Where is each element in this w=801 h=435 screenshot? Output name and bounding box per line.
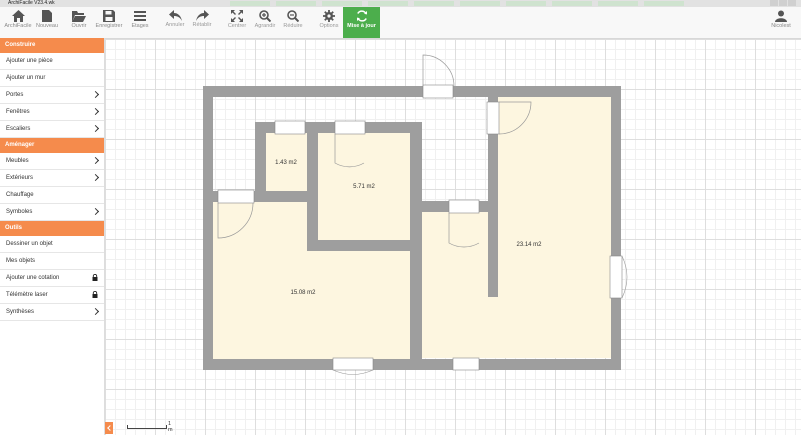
window-titlebar: ArchiFacile V23.4.wk [0, 0, 801, 7]
chevron-right-icon [91, 207, 100, 216]
chevron-right-icon [91, 173, 100, 182]
sidebar-item[interactable]: Ajouter une pièce [0, 53, 104, 70]
sidebar-section-header: Construire [0, 38, 104, 53]
sidebar-item-label: Ajouter un mur [6, 75, 46, 81]
sidebar: Construire Ajouter une pièce Ajouter un mu… [0, 38, 105, 435]
sidebar-item[interactable]: Chauffage [0, 187, 104, 204]
door[interactable] [486, 101, 500, 135]
zoom-in-icon [259, 10, 271, 22]
window[interactable] [332, 357, 374, 371]
zoom-out-button[interactable]: Réduire [276, 7, 310, 38]
sidebar-item[interactable]: Télémètre laser [0, 287, 104, 304]
save-button[interactable]: Enregistrer [92, 7, 126, 38]
sidebar-item[interactable]: Dessiner un objet [0, 236, 104, 253]
sidebar-section-header: Aménager [0, 138, 104, 153]
sidebar-item-label: Mes objets [6, 258, 36, 264]
door[interactable] [448, 199, 480, 214]
scale-bar: 1 m [127, 421, 173, 433]
door[interactable] [217, 189, 255, 204]
floor-plan[interactable]: 1.43 m2 5.71 m2 23.14 m2 15.08 m2 [105, 39, 801, 435]
update-button[interactable]: Mise à jour [343, 7, 380, 38]
user-account[interactable]: Nicolest [764, 7, 798, 38]
door[interactable] [334, 120, 366, 135]
chevron-right-icon [91, 107, 100, 116]
sidebar-item-label: Meubles [6, 158, 29, 164]
lock-icon [92, 291, 98, 298]
chevron-right-icon [91, 124, 100, 133]
sidebar-item[interactable]: Ajouter un mur [0, 70, 104, 87]
chevron-right-icon [91, 156, 100, 165]
window-title: ArchiFacile V23.4.wk [8, 0, 55, 6]
sidebar-item-label: Télémètre laser [6, 292, 48, 298]
door[interactable] [422, 84, 454, 99]
room-area-label: 1.43 m2 [275, 160, 297, 166]
refresh-icon [356, 10, 367, 22]
sidebar-item[interactable]: Synthèses [0, 304, 104, 321]
plan-canvas[interactable]: 1.43 m2 5.71 m2 23.14 m2 15.08 m2 [105, 39, 801, 435]
door-swing [422, 54, 455, 87]
room-area-label: 5.71 m2 [353, 184, 375, 190]
room-fill [422, 212, 498, 358]
room-area-label: 15.08 m2 [290, 290, 316, 296]
sidebar-item-label: Ajouter une cotation [6, 275, 60, 281]
sidebar-item-label: Extérieurs [6, 175, 34, 181]
save-icon [103, 10, 115, 22]
sidebar-item-label: Synthèses [6, 309, 35, 315]
sidebar-item-label: Chauffage [6, 192, 34, 198]
folder-open-icon [72, 11, 86, 22]
maximize-icon[interactable] [779, 0, 787, 6]
window[interactable] [609, 255, 623, 299]
redo-button[interactable]: Rétablir [185, 7, 219, 38]
window-controls[interactable] [769, 0, 799, 7]
sidebar-item[interactable]: Extérieurs [0, 170, 104, 187]
sidebar-item-label: Portes [6, 92, 24, 98]
floors-button[interactable]: Etages [123, 7, 157, 38]
room-area-label: 23.14 m2 [516, 242, 542, 248]
sidebar-item-label: Fenêtres [6, 109, 30, 115]
chevron-right-icon [91, 307, 100, 316]
sidebar-item[interactable]: Meubles [0, 153, 104, 170]
open-button[interactable]: Ouvrir [62, 7, 96, 38]
undo-icon [168, 10, 182, 21]
sidebar-item[interactable]: Escaliers [0, 121, 104, 138]
home-icon [11, 10, 25, 22]
close-icon[interactable] [788, 0, 796, 6]
user-icon [775, 10, 787, 22]
sidebar-item-label: Dessiner un objet [6, 241, 53, 247]
collapse-sidebar-button[interactable] [105, 422, 113, 434]
scale-label: 1 m [168, 421, 173, 433]
sidebar-item-label: Ajouter une pièce [6, 58, 53, 64]
zoom-out-icon [287, 10, 299, 22]
floors-list-icon [134, 11, 146, 21]
sidebar-item[interactable]: Ajouter une cotation [0, 270, 104, 287]
sidebar-item[interactable]: Mes objets [0, 253, 104, 270]
door[interactable] [274, 120, 306, 135]
main-toolbar: ArchiFacile Nouveau Ouvrir Enregistrer E… [0, 7, 801, 39]
sidebar-item[interactable]: Symboles [0, 204, 104, 221]
window[interactable] [452, 357, 480, 371]
minimize-icon[interactable] [770, 0, 778, 6]
sidebar-item[interactable]: Fenêtres [0, 104, 104, 121]
center-icon [231, 10, 243, 22]
lock-icon [92, 274, 98, 281]
gear-icon [323, 10, 335, 22]
sidebar-item-label: Escaliers [6, 126, 31, 132]
sidebar-section-header: Outils [0, 221, 104, 236]
sidebar-item-label: Symboles [6, 209, 33, 215]
scale-ruler [127, 425, 167, 429]
chevron-right-icon [91, 90, 100, 99]
new-file-icon [42, 10, 52, 22]
redo-icon [195, 10, 209, 21]
room-fill [498, 97, 611, 358]
options-button[interactable]: Options [312, 7, 346, 38]
titlebar-background [230, 1, 761, 6]
sidebar-item[interactable]: Portes [0, 87, 104, 104]
new-button[interactable]: Nouveau [30, 7, 64, 38]
